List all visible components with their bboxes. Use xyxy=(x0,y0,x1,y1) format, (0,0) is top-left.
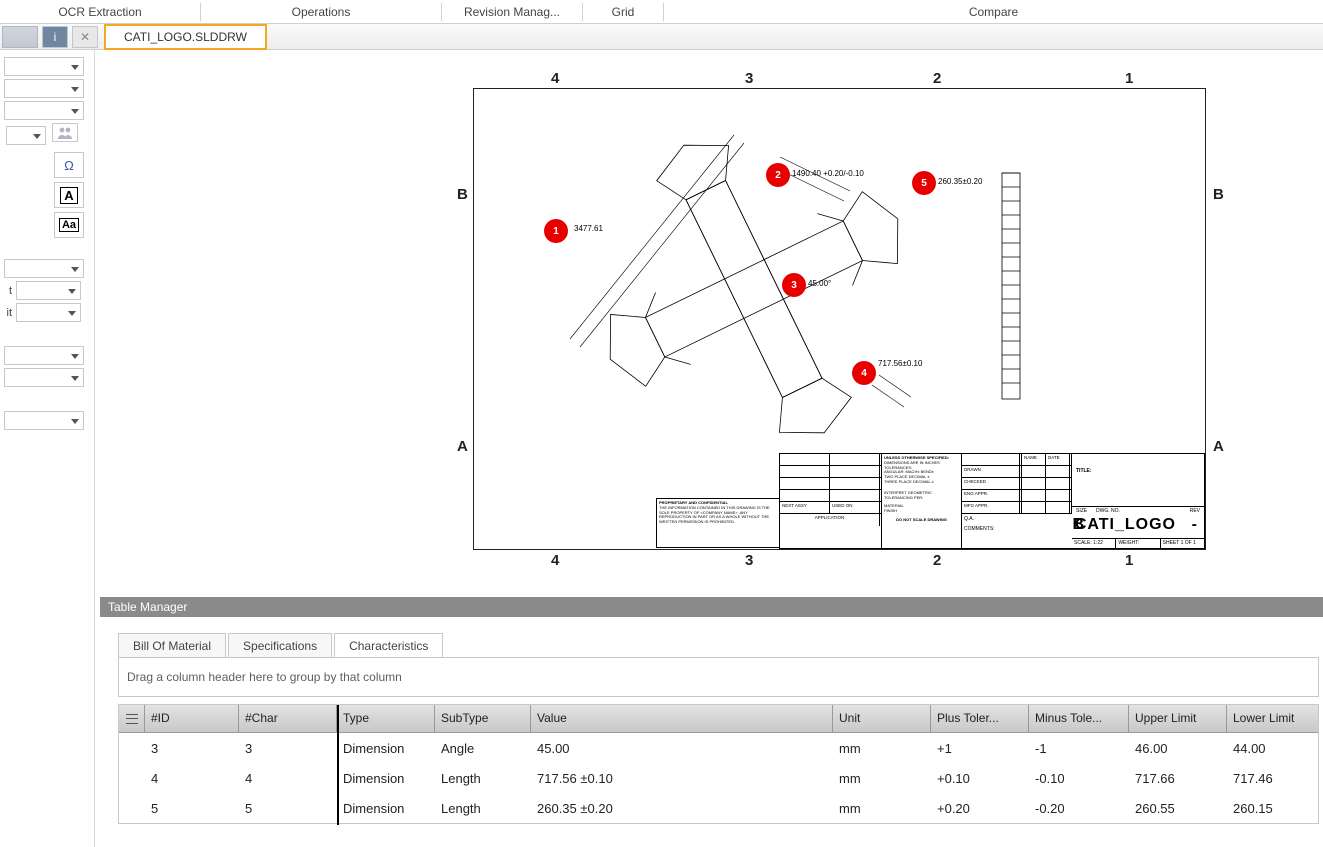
ribbon-tab-compare[interactable]: Compare xyxy=(664,2,1323,22)
table-manager-header: Table Manager xyxy=(100,597,1323,617)
drawing-sheet: 1 3477.61 2 1490.40 +0.20/-0.10 3 45.00°… xyxy=(473,88,1206,550)
grid-handle-col[interactable] xyxy=(119,705,145,732)
close-icon[interactable]: ✕ xyxy=(72,26,98,48)
ribbon-tabs: OCR Extraction Operations Revision Manag… xyxy=(0,0,1323,24)
drawing-viewport[interactable]: 4 3 2 1 4 3 2 1 B B A A xyxy=(95,50,1323,590)
ribbon-tab-operations[interactable]: Operations xyxy=(201,2,441,22)
col-char[interactable]: #Char xyxy=(239,705,337,732)
tb-dwgname: CATI_LOGO xyxy=(1075,516,1176,534)
balloon-3[interactable]: 3 xyxy=(782,273,806,297)
col-label-bot-2: 2 xyxy=(933,552,941,569)
tab-strip: Bill Of Material Specifications Characte… xyxy=(118,633,445,658)
col-label-top-4: 4 xyxy=(551,70,559,87)
characteristics-grid: #ID #Char Type SubType Value Unit Plus T… xyxy=(118,704,1319,824)
left-combo-2[interactable] xyxy=(4,79,84,98)
col-minus[interactable]: Minus Tole... xyxy=(1029,705,1129,732)
text-aa-boxed-icon[interactable]: Aa xyxy=(54,212,84,238)
row-label-right-a: A xyxy=(1213,438,1224,455)
ribbon-tab-grid[interactable]: Grid xyxy=(583,2,663,22)
document-tab-active[interactable]: CATI_LOGO.SLDDRW xyxy=(104,24,267,50)
tab-bom[interactable]: Bill Of Material xyxy=(118,633,226,658)
balloon-4[interactable]: 4 xyxy=(852,361,876,385)
toolbar: i ✕ CATI_LOGO.SLDDRW xyxy=(0,24,1323,50)
tab-characteristics[interactable]: Characteristics xyxy=(334,633,443,658)
row-label-left-b: B xyxy=(457,186,468,203)
left-combo-5[interactable] xyxy=(4,259,84,278)
row-label-left-a: A xyxy=(457,438,468,455)
ribbon-tab-revision[interactable]: Revision Manag... xyxy=(442,2,582,22)
left-combo-7[interactable] xyxy=(4,368,84,387)
col-id[interactable]: #ID xyxy=(145,705,239,732)
info-icon[interactable]: i xyxy=(42,26,68,48)
col-label-top-1: 1 xyxy=(1125,70,1133,87)
table-row[interactable]: 4 4 Dimension Length 717.56 ±0.10 mm +0.… xyxy=(119,763,1318,793)
left-combo-1[interactable] xyxy=(4,57,84,76)
dim-1: 3477.61 xyxy=(574,224,603,233)
balloon-1[interactable]: 1 xyxy=(544,219,568,243)
group-by-bar[interactable]: Drag a column header here to group by th… xyxy=(118,657,1319,697)
dim-5: 260.35±0.20 xyxy=(938,177,982,186)
col-label-bot-3: 3 xyxy=(745,552,753,569)
row-label-right-b: B xyxy=(1213,186,1224,203)
col-lower[interactable]: Lower Limit xyxy=(1227,705,1318,732)
toolbar-spacer xyxy=(2,26,38,48)
left-panel: Ω A Aa t it xyxy=(0,50,95,847)
balloon-5[interactable]: 5 xyxy=(912,171,936,195)
col-label-top-3: 3 xyxy=(745,70,753,87)
col-label-bot-1: 1 xyxy=(1125,552,1133,569)
left-combo-it[interactable] xyxy=(16,303,81,322)
label-it: it xyxy=(2,307,12,319)
tab-specs[interactable]: Specifications xyxy=(228,633,332,658)
col-plus[interactable]: Plus Toler... xyxy=(931,705,1029,732)
col-unit[interactable]: Unit xyxy=(833,705,931,732)
grid-header: #ID #Char Type SubType Value Unit Plus T… xyxy=(119,705,1318,733)
col-label-top-2: 2 xyxy=(933,70,941,87)
table-row[interactable]: 3 3 Dimension Angle 45.00 mm +1 -1 46.00… xyxy=(119,733,1318,763)
balloon-2[interactable]: 2 xyxy=(766,163,790,187)
ribbon-tab-ocr[interactable]: OCR Extraction xyxy=(0,2,200,22)
title-block: PROPRIETARY AND CONFIDENTIAL THE INFORMA… xyxy=(779,453,1205,549)
left-combo-4a[interactable] xyxy=(6,126,46,145)
left-combo-t[interactable] xyxy=(16,281,81,300)
col-label-bot-4: 4 xyxy=(551,552,559,569)
left-combo-8[interactable] xyxy=(4,411,84,430)
col-value[interactable]: Value xyxy=(531,705,833,732)
dim-4: 717.56±0.10 xyxy=(878,359,922,368)
label-t: t xyxy=(2,285,12,297)
table-row[interactable]: 5 5 Dimension Length 260.35 ±0.20 mm +0.… xyxy=(119,793,1318,823)
left-combo-6[interactable] xyxy=(4,346,84,365)
people-icon[interactable] xyxy=(52,123,78,142)
dim-3: 45.00° xyxy=(808,279,831,288)
dim-2: 1490.40 +0.20/-0.10 xyxy=(792,169,864,178)
tb-rev: - xyxy=(1192,516,1198,534)
col-type[interactable]: Type xyxy=(337,705,435,732)
text-a-boxed-icon[interactable]: A xyxy=(54,182,84,208)
col-subtype[interactable]: SubType xyxy=(435,705,531,732)
left-combo-3[interactable] xyxy=(4,101,84,120)
col-upper[interactable]: Upper Limit xyxy=(1129,705,1227,732)
omega-icon[interactable]: Ω xyxy=(54,152,84,178)
